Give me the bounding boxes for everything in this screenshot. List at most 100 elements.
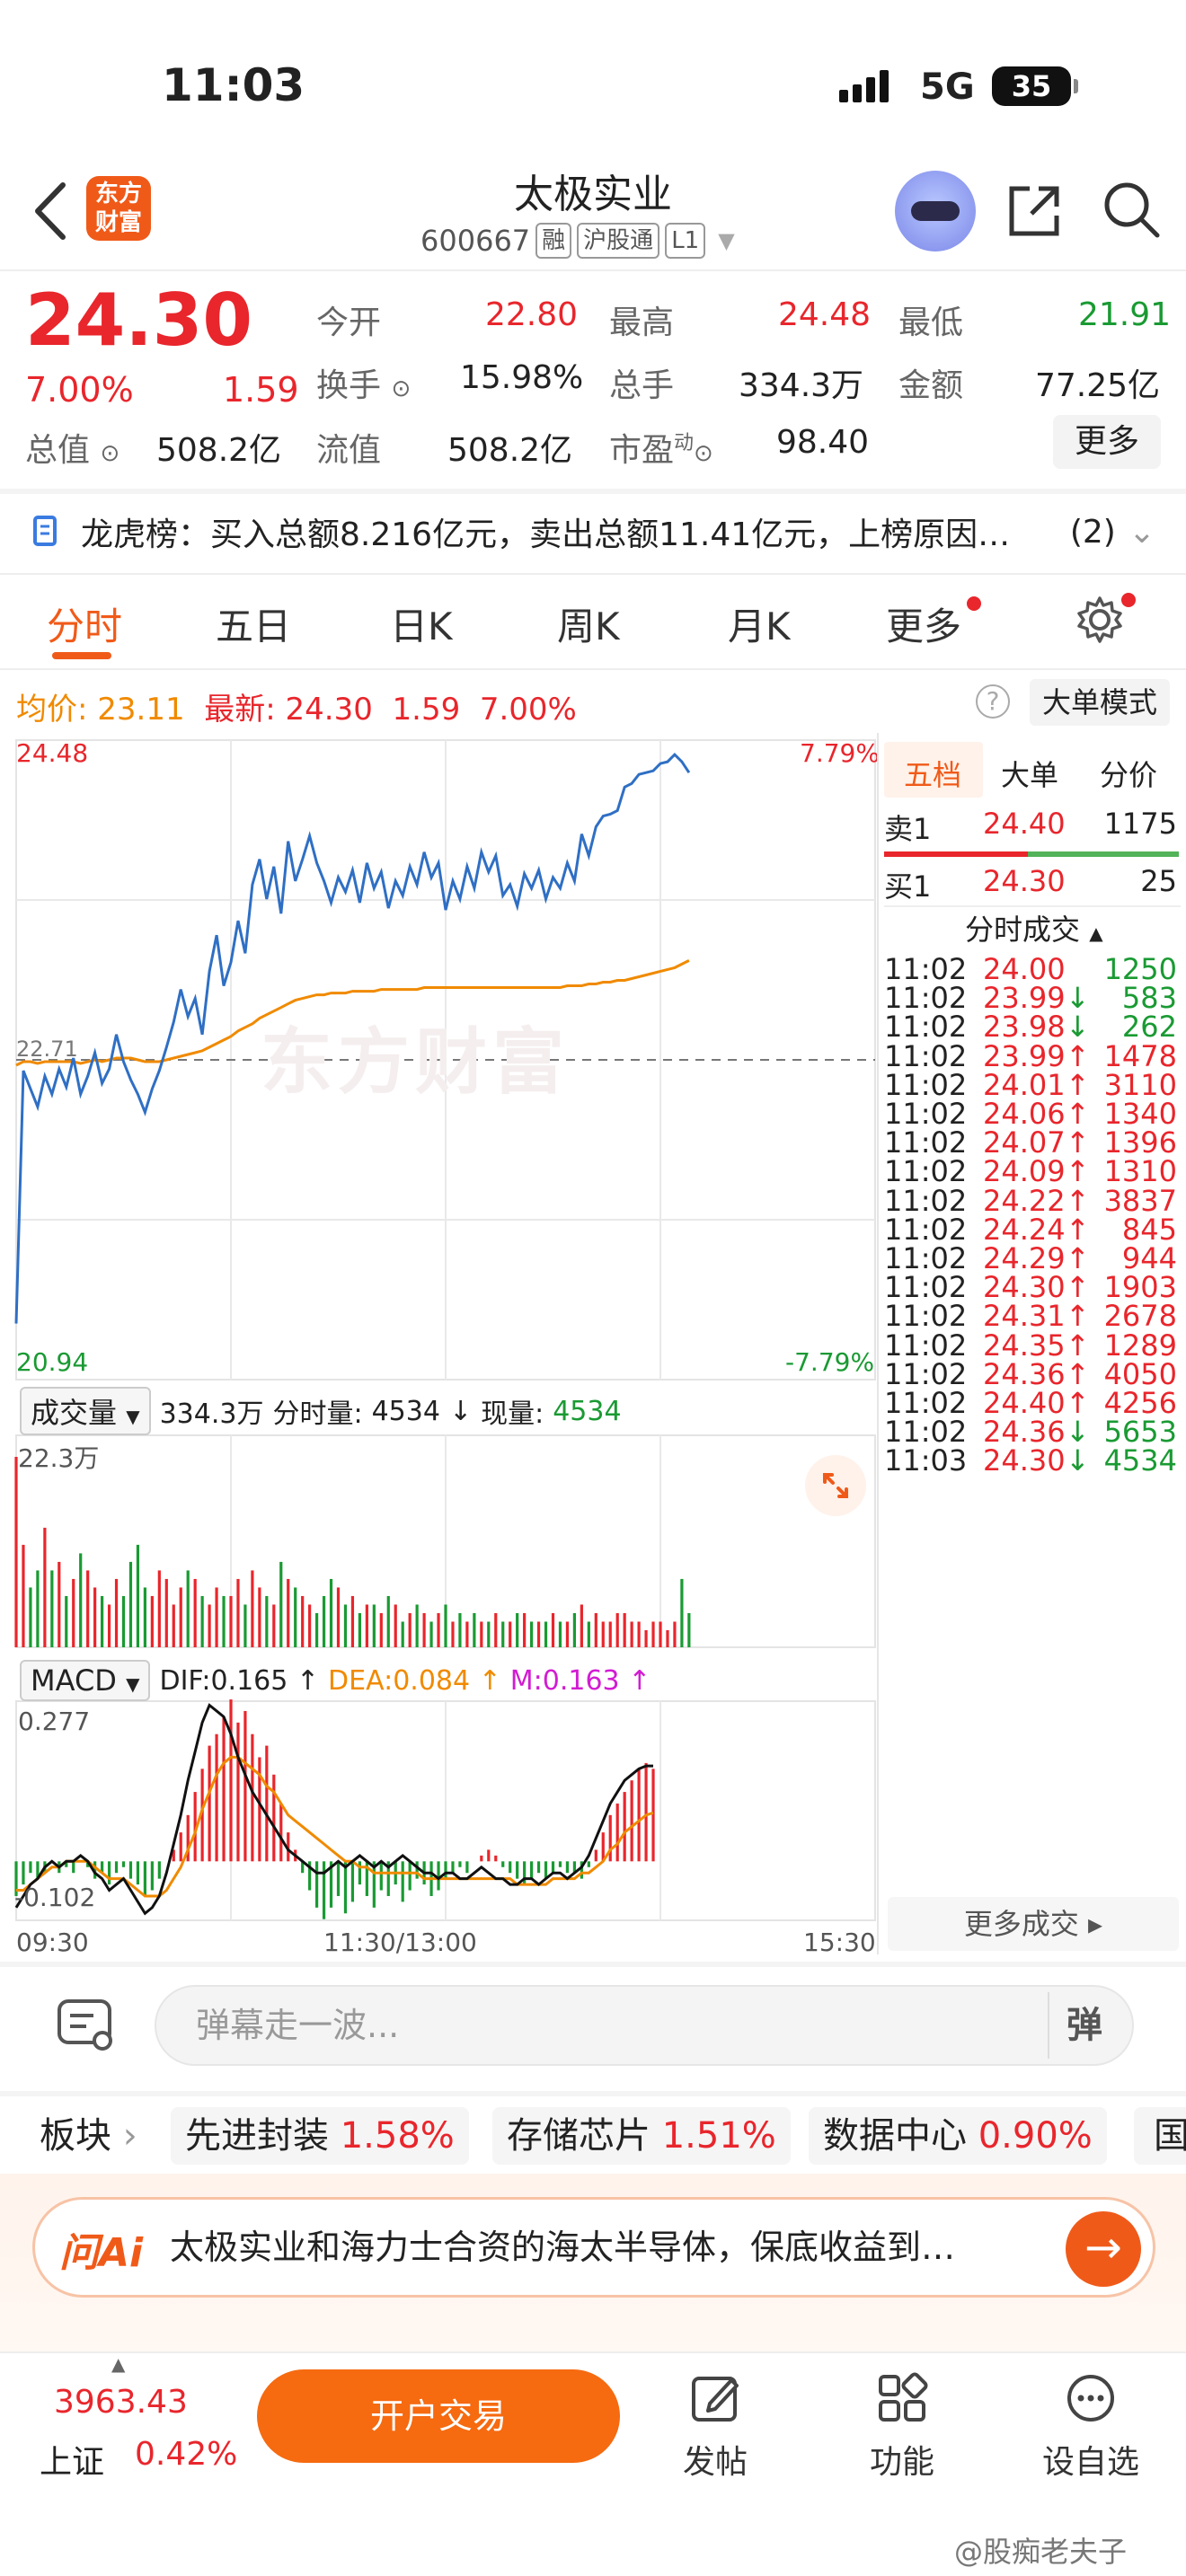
open-account-trade-button[interactable]: 开户交易 — [257, 2369, 620, 2463]
expand-icon[interactable] — [805, 1455, 866, 1516]
tab-intraday[interactable]: 分时 — [47, 596, 122, 651]
stock-code-row[interactable]: 600667 融 沪股通 L1 ▼ — [420, 223, 735, 259]
volume-bar — [65, 1595, 68, 1647]
high-value: 24.48 — [778, 296, 872, 333]
tick-arrow: ↓ — [1066, 1443, 1090, 1478]
macd-bar — [243, 1710, 247, 1862]
macd-select[interactable]: MACD ▼ — [20, 1660, 151, 1701]
volume-bar — [644, 1629, 648, 1647]
macd-bar — [644, 1762, 648, 1862]
tag-connect: 沪股通 — [577, 223, 660, 259]
sector-chip-1[interactable]: 先进封装 1.58% — [171, 2107, 469, 2165]
share-icon[interactable] — [1006, 183, 1062, 239]
tab-five-day[interactable]: 五日 — [216, 596, 291, 651]
caret-down-icon: ▼ — [718, 228, 735, 253]
volume-select[interactable]: 成交量 ▼ — [20, 1387, 151, 1435]
volume-bar — [86, 1570, 90, 1647]
assistant-avatar-icon[interactable] — [895, 171, 976, 251]
search-icon[interactable] — [1102, 180, 1161, 239]
volume-bar — [487, 1621, 491, 1647]
volume-bar — [72, 1578, 75, 1647]
sector-chip-3[interactable]: 数据中心 0.90% — [809, 2107, 1107, 2165]
tab-month-k[interactable]: 月K — [728, 596, 791, 651]
volume-bar — [350, 1595, 355, 1647]
nav-post[interactable]: 发帖 — [643, 2371, 787, 2483]
y-low-label: 20.94 — [16, 1347, 89, 1377]
macd-bar — [558, 1861, 562, 1867]
nav-watchlist[interactable]: 设自选 — [1019, 2371, 1163, 2483]
barrage-input[interactable]: 弹幕走一波... — [155, 1985, 1134, 2066]
arrow-right-icon[interactable]: → — [1066, 2211, 1141, 2287]
active-tab-indicator — [52, 652, 111, 659]
ai-question-bar[interactable]: 太极实业和海力士合资的海太半导体，保底收益到… — [32, 2197, 1155, 2298]
macd-bar — [136, 1861, 140, 1885]
settings-gear-icon[interactable] — [1075, 595, 1125, 645]
volume-bar — [315, 1612, 319, 1647]
volume-bar — [287, 1578, 290, 1647]
edit-icon — [692, 2377, 739, 2422]
buy-1-row: 买1 24.30 25 — [884, 864, 1177, 904]
volume-bar — [150, 1595, 154, 1647]
macd-bar — [236, 1722, 240, 1862]
macd-bar — [215, 1734, 218, 1862]
volume-bar — [558, 1621, 562, 1647]
barrage-toggle-button[interactable]: 弹 — [1048, 1992, 1120, 2059]
volume-bar — [208, 1604, 211, 1647]
tab-five-level[interactable]: 五档 — [904, 753, 961, 794]
sector-label[interactable]: 板块 › — [40, 2107, 137, 2165]
info-circle-icon: ⊙ — [694, 440, 713, 467]
back-chevron-icon[interactable] — [31, 180, 70, 243]
volume-bar — [637, 1621, 641, 1647]
macd-bar — [451, 1861, 455, 1874]
volume-bar — [272, 1604, 276, 1647]
change-pct: 7.00% — [25, 370, 134, 410]
macd-bar — [623, 1792, 626, 1862]
volume-bar — [236, 1578, 240, 1647]
volume-bar — [164, 1578, 168, 1647]
index-name: 上证 — [40, 2444, 105, 2481]
tab-day-k[interactable]: 日K — [390, 596, 453, 651]
chat-bubble-icon[interactable] — [54, 1996, 117, 2055]
volume-bar — [200, 1595, 204, 1647]
volume-bar — [343, 1604, 348, 1647]
quote-more-button[interactable]: 更多 — [1053, 415, 1161, 469]
volume-bar — [43, 1527, 47, 1647]
stock-code: 600667 — [420, 224, 531, 258]
nav-functions[interactable]: 功能 — [830, 2371, 974, 2483]
turnover-value: 15.98% — [460, 359, 584, 396]
volume-bar — [14, 1457, 18, 1647]
macd-bar — [157, 1861, 161, 1879]
macd-bar — [272, 1774, 276, 1862]
help-icon[interactable]: ? — [976, 684, 1010, 719]
volume-bar — [29, 1587, 32, 1647]
volume-bar — [50, 1570, 54, 1647]
tab-price-dist[interactable]: 分价 — [1100, 753, 1157, 794]
volume-bar — [544, 1621, 548, 1647]
sector-chip-4[interactable]: 国 — [1134, 2107, 1186, 2165]
tab-more[interactable]: 更多 — [886, 596, 982, 651]
big-order-mode-button[interactable]: 大单模式 — [1030, 679, 1170, 726]
tab-big-order[interactable]: 大单 — [1001, 753, 1058, 794]
macd-top-label: 0.277 — [18, 1707, 91, 1736]
volume-bar — [358, 1612, 361, 1647]
volume-bar — [473, 1612, 476, 1647]
macd-bar — [516, 1861, 519, 1879]
macd-bar — [608, 1814, 612, 1862]
volume-bar — [36, 1570, 40, 1647]
chevron-right-icon: › — [122, 2115, 137, 2157]
more-ticks-button[interactable]: 更多成交 ▸ — [888, 1897, 1179, 1951]
watermark-text: 东方财富 — [261, 1020, 570, 1104]
longhu-bar[interactable]: 龙虎榜： 买入总额8.216亿元，卖出总额11.41亿元，上榜原因… (2) ⌄ — [32, 508, 1155, 555]
x-tick-end: 15:30 — [803, 1928, 876, 1957]
volume-bar — [279, 1561, 283, 1647]
macd-bar — [415, 1861, 419, 1879]
sell-1-row: 卖1 24.40 1175 — [884, 807, 1177, 846]
sector-chip-2[interactable]: 存储芯片 1.51% — [492, 2107, 791, 2165]
document-icon — [33, 516, 57, 546]
index-value[interactable]: 3963.43 — [54, 2384, 188, 2421]
volume-bar — [322, 1595, 326, 1647]
volume-bar — [451, 1621, 455, 1647]
intraday-chart[interactable] — [0, 733, 881, 1963]
tab-week-k[interactable]: 周K — [557, 596, 620, 651]
volume-bar — [93, 1587, 97, 1647]
